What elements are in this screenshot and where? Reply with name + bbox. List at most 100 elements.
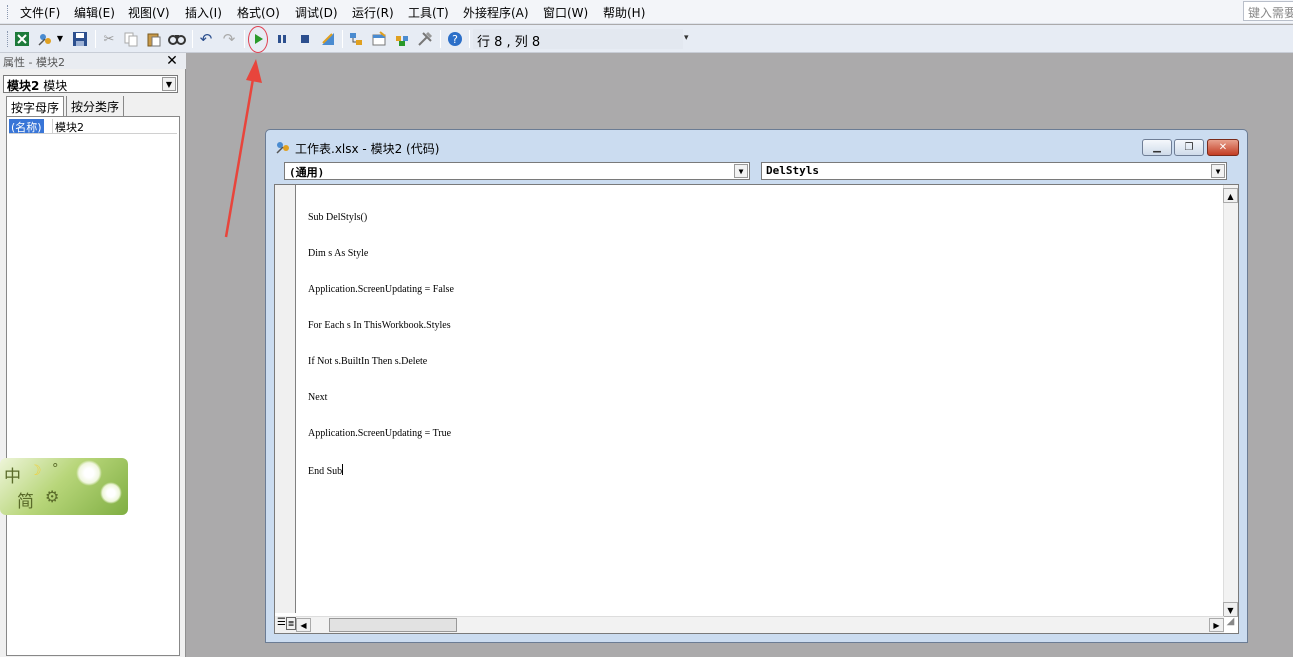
code-line[interactable]: Application.ScreenUpdating = True (308, 428, 454, 440)
code-line[interactable]: Sub DelStyls() (308, 212, 454, 224)
code-line-text[interactable]: End Sub (308, 466, 342, 477)
chevron-down-icon[interactable]: ▼ (734, 164, 748, 178)
moon-icon[interactable]: ☽ (29, 463, 42, 479)
toolbar-separator (192, 30, 193, 48)
code-window-title: 工作表.xlsx - 模块2 (代码) (295, 142, 440, 156)
ime-simplified-label[interactable]: 简 (17, 487, 34, 512)
code-window: 工作表.xlsx - 模块2 (代码) ▁ ❐ ✕ (通用) ▼ DelStyl… (265, 129, 1248, 643)
menu-edit[interactable]: 编辑(E) (74, 4, 115, 21)
properties-icon[interactable] (369, 29, 389, 49)
code-line[interactable]: Application.ScreenUpdating = False (308, 284, 454, 296)
code-line[interactable]: If Not s.BuiltIn Then s.Delete (308, 356, 454, 368)
object-name: 模块2 (7, 79, 40, 93)
save-icon[interactable] (70, 29, 90, 49)
code-window-icon[interactable] (275, 139, 291, 159)
project-explorer-icon[interactable] (346, 29, 366, 49)
code-line[interactable]: For Each s In ThisWorkbook.Styles (308, 320, 454, 332)
chevron-down-icon[interactable]: ▼ (55, 29, 65, 49)
restore-button[interactable]: ❐ (1174, 139, 1204, 156)
menu-file[interactable]: 文件(F) (20, 4, 60, 21)
toolbar-separator (244, 30, 245, 48)
design-mode-icon[interactable] (318, 29, 338, 49)
run-button-highlight-circle (248, 26, 268, 53)
reset-icon[interactable] (295, 29, 315, 49)
ime-punct-label[interactable]: ° (52, 462, 59, 477)
menu-view[interactable]: 视图(V) (128, 4, 170, 21)
ime-status-widget[interactable]: 中 ☽ ° 简 ⚙ (0, 458, 128, 515)
toolbar-separator (440, 30, 441, 48)
redo-icon[interactable]: ↷ (219, 29, 239, 49)
help-search-input[interactable]: 键入需要 (1243, 1, 1293, 21)
excel-icon[interactable] (12, 29, 32, 49)
property-name[interactable]: (名称) (9, 119, 44, 134)
scroll-right-icon[interactable]: ▶ (1209, 618, 1224, 632)
menu-debug[interactable]: 调试(D) (295, 4, 338, 21)
tab-alphabetic[interactable]: 按字母序 (6, 96, 65, 116)
menu-format[interactable]: 格式(O) (237, 4, 280, 21)
insert-module-icon[interactable] (35, 29, 55, 49)
svg-text:?: ? (452, 33, 458, 46)
undo-icon[interactable]: ↶ (196, 29, 216, 49)
scroll-left-icon[interactable]: ◀ (296, 618, 311, 632)
toolbar-separator (95, 30, 96, 48)
code-text[interactable]: Sub DelStyls() Dim s As Style Applicatio… (308, 188, 454, 500)
object-dropdown-value: (通用) (289, 166, 325, 179)
code-editor[interactable]: Sub DelStyls() Dim s As Style Applicatio… (274, 184, 1239, 634)
horizontal-scrollbar[interactable]: ◀ ▶ (296, 616, 1224, 633)
toolbar-separator (342, 30, 343, 48)
toolbar-grip[interactable] (7, 31, 9, 47)
menu-insert[interactable]: 插入(I) (185, 4, 222, 21)
vertical-scrollbar[interactable]: ▲ ▼ (1223, 185, 1238, 617)
menu-run[interactable]: 运行(R) (352, 4, 394, 21)
find-icon[interactable] (167, 29, 187, 49)
object-type: 模块 (43, 79, 68, 93)
code-line[interactable]: Next (308, 392, 454, 404)
code-line-last[interactable]: End Sub (308, 464, 454, 477)
scroll-down-icon[interactable]: ▼ (1223, 602, 1238, 617)
toolbar-overflow-icon[interactable]: ▾ (684, 33, 694, 49)
resize-grip-icon[interactable]: ◢ (1223, 616, 1238, 633)
object-select[interactable]: 模块2 模块 ▼ (3, 75, 178, 93)
chevron-down-icon[interactable]: ▼ (162, 77, 176, 91)
property-value[interactable]: 模块2 (52, 119, 84, 134)
menu-help[interactable]: 帮助(H) (603, 4, 645, 21)
properties-panel-title: 属性 - 模块2 (0, 53, 186, 69)
tab-categorized[interactable]: 按分类序 (66, 96, 125, 116)
dandelion-decoration-icon (100, 482, 122, 504)
break-icon[interactable] (272, 29, 292, 49)
paste-icon[interactable] (144, 29, 164, 49)
minimize-button[interactable]: ▁ (1142, 139, 1172, 156)
copy-icon[interactable] (121, 29, 141, 49)
menubar-grip[interactable] (7, 5, 9, 19)
procedure-view-icon[interactable]: ☰ (277, 617, 286, 628)
full-module-view-icon[interactable]: ≣ (286, 617, 296, 630)
text-caret (342, 464, 344, 475)
object-browser-icon[interactable] (392, 29, 412, 49)
margin-indicator-bar[interactable] (275, 185, 296, 613)
menu-tools[interactable]: 工具(T) (408, 4, 449, 21)
menu-bar: 文件(F) 编辑(E) 视图(V) 插入(I) 格式(O) 调试(D) 运行(R… (0, 0, 1293, 24)
procedure-dropdown[interactable]: DelStyls ▼ (761, 162, 1227, 180)
chevron-down-icon[interactable]: ▼ (1211, 164, 1225, 178)
horizontal-scroll-thumb[interactable] (329, 618, 457, 632)
toolbar-separator (469, 30, 470, 48)
menu-window[interactable]: 窗口(W) (543, 4, 588, 21)
gear-icon[interactable]: ⚙ (45, 487, 59, 506)
help-icon[interactable]: ? (445, 29, 465, 49)
object-dropdown[interactable]: (通用) ▼ (284, 162, 750, 180)
properties-panel: 属性 - 模块2 ✕ 模块2 模块 ▼ 按字母序 按分类序 (名称) 模块2 (0, 53, 186, 657)
property-row[interactable]: (名称) 模块2 (9, 119, 177, 134)
property-grid: (名称) 模块2 (6, 116, 180, 656)
code-line[interactable]: Dim s As Style (308, 248, 454, 260)
menu-addins[interactable]: 外接程序(A) (463, 4, 529, 21)
toolbox-icon[interactable] (415, 29, 435, 49)
view-toggle-buttons[interactable]: ☰ ≣ (275, 616, 296, 633)
scroll-up-icon[interactable]: ▲ (1223, 188, 1238, 203)
ime-mode-label[interactable]: 中 (4, 462, 21, 487)
procedure-dropdown-value: DelStyls (766, 164, 819, 177)
close-button[interactable]: ✕ (1207, 139, 1239, 156)
annotation-arrow-icon (224, 59, 262, 238)
standard-toolbar: ▼ ✂ ↶ ↷ ? 行 8 , 列 8 ▾ (0, 25, 1293, 53)
cut-icon[interactable]: ✂ (99, 29, 119, 49)
close-icon[interactable]: ✕ (165, 54, 179, 68)
